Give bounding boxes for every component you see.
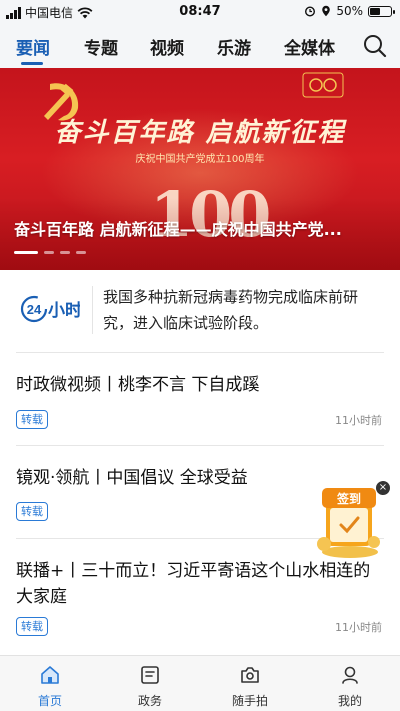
status-right: 50% bbox=[304, 4, 395, 18]
document-icon bbox=[141, 666, 159, 684]
tab-wode[interactable]: 我的 bbox=[300, 656, 400, 711]
news-24h-divider bbox=[92, 286, 93, 334]
tab-home[interactable]: 首页 bbox=[0, 656, 100, 711]
status-bar: 中国电信 08:47 50% bbox=[0, 0, 400, 24]
tab-quanmeiti[interactable]: 全媒体 bbox=[284, 34, 335, 59]
divider bbox=[16, 445, 384, 446]
close-icon[interactable]: × bbox=[376, 481, 390, 495]
carousel-dots bbox=[14, 251, 86, 254]
tab-yaowen[interactable]: 要闻 bbox=[16, 34, 50, 59]
tab-wode-label: 我的 bbox=[337, 694, 362, 708]
camera-icon bbox=[241, 667, 259, 683]
location-icon bbox=[322, 5, 331, 17]
hero-banner[interactable]: 奋斗百年路 启航新征程 庆祝中国共产党成立100周年 100 奋斗百年路 启航新… bbox=[0, 68, 400, 270]
sign-in-label: 签到 bbox=[336, 491, 361, 506]
24h-logo-icon: 24 小时 bbox=[20, 295, 80, 323]
tab-home-label: 首页 bbox=[37, 694, 62, 708]
alarm-icon bbox=[305, 6, 316, 17]
article-tag: 转载 bbox=[16, 502, 48, 521]
sign-in-float-button[interactable]: 签到 bbox=[312, 482, 388, 560]
news-24h[interactable]: 24 小时 我国多种抗新冠病毒药物完成临床前研究，进入临床试验阶段。 bbox=[0, 270, 400, 352]
carousel-dot bbox=[14, 251, 38, 254]
carousel-dot bbox=[60, 251, 70, 254]
active-tab-indicator bbox=[21, 62, 43, 65]
search-icon[interactable] bbox=[362, 33, 388, 59]
article-time: 11小时前 bbox=[335, 414, 382, 427]
battery-percent: 50% bbox=[336, 4, 363, 18]
news-24h-text: 我国多种抗新冠病毒药物完成临床前研究，进入临床试验阶段。 bbox=[103, 288, 359, 332]
divider bbox=[16, 352, 384, 353]
battery-icon bbox=[368, 5, 395, 17]
article-title[interactable]: 联播+丨三十而立！习近平寄语这个山水相连的大家庭 bbox=[16, 558, 384, 610]
article-title[interactable]: 时政微视频丨桃李不言 下自成蹊 bbox=[16, 372, 386, 398]
banner-caption: 奋斗百年路 启航新征程——庆祝中国共产党... bbox=[14, 220, 342, 239]
carousel-dot bbox=[76, 251, 86, 254]
tab-suishoupai[interactable]: 随手拍 bbox=[200, 656, 300, 711]
anniversary-logo-icon bbox=[302, 72, 344, 98]
tab-suishoupai-label: 随手拍 bbox=[231, 694, 268, 708]
tab-shipin[interactable]: 视频 bbox=[150, 34, 184, 59]
user-icon bbox=[342, 666, 358, 684]
tab-zhengwu[interactable]: 政务 bbox=[100, 656, 200, 711]
bottom-tab-bar: 首页 政务 随手拍 我的 bbox=[0, 655, 400, 711]
home-icon bbox=[41, 666, 59, 684]
article-time: 11小时前 bbox=[335, 621, 382, 634]
banner-headline: 奋斗百年路 启航新征程 bbox=[54, 118, 346, 148]
battery-fill bbox=[370, 7, 380, 15]
carousel-dot bbox=[44, 251, 54, 254]
top-nav: 要闻 专题 视频 乐游 全媒体 bbox=[0, 24, 400, 68]
tab-zhuanti[interactable]: 专题 bbox=[84, 34, 118, 59]
article-tag: 转载 bbox=[16, 617, 48, 636]
tab-leyou[interactable]: 乐游 bbox=[217, 34, 251, 59]
banner-subheadline: 庆祝中国共产党成立100周年 bbox=[135, 154, 265, 165]
article-tag: 转载 bbox=[16, 410, 48, 429]
24h-logo-number: 24 bbox=[27, 302, 42, 317]
24h-logo-label: 小时 bbox=[48, 301, 80, 321]
tab-zhengwu-label: 政务 bbox=[137, 694, 162, 708]
